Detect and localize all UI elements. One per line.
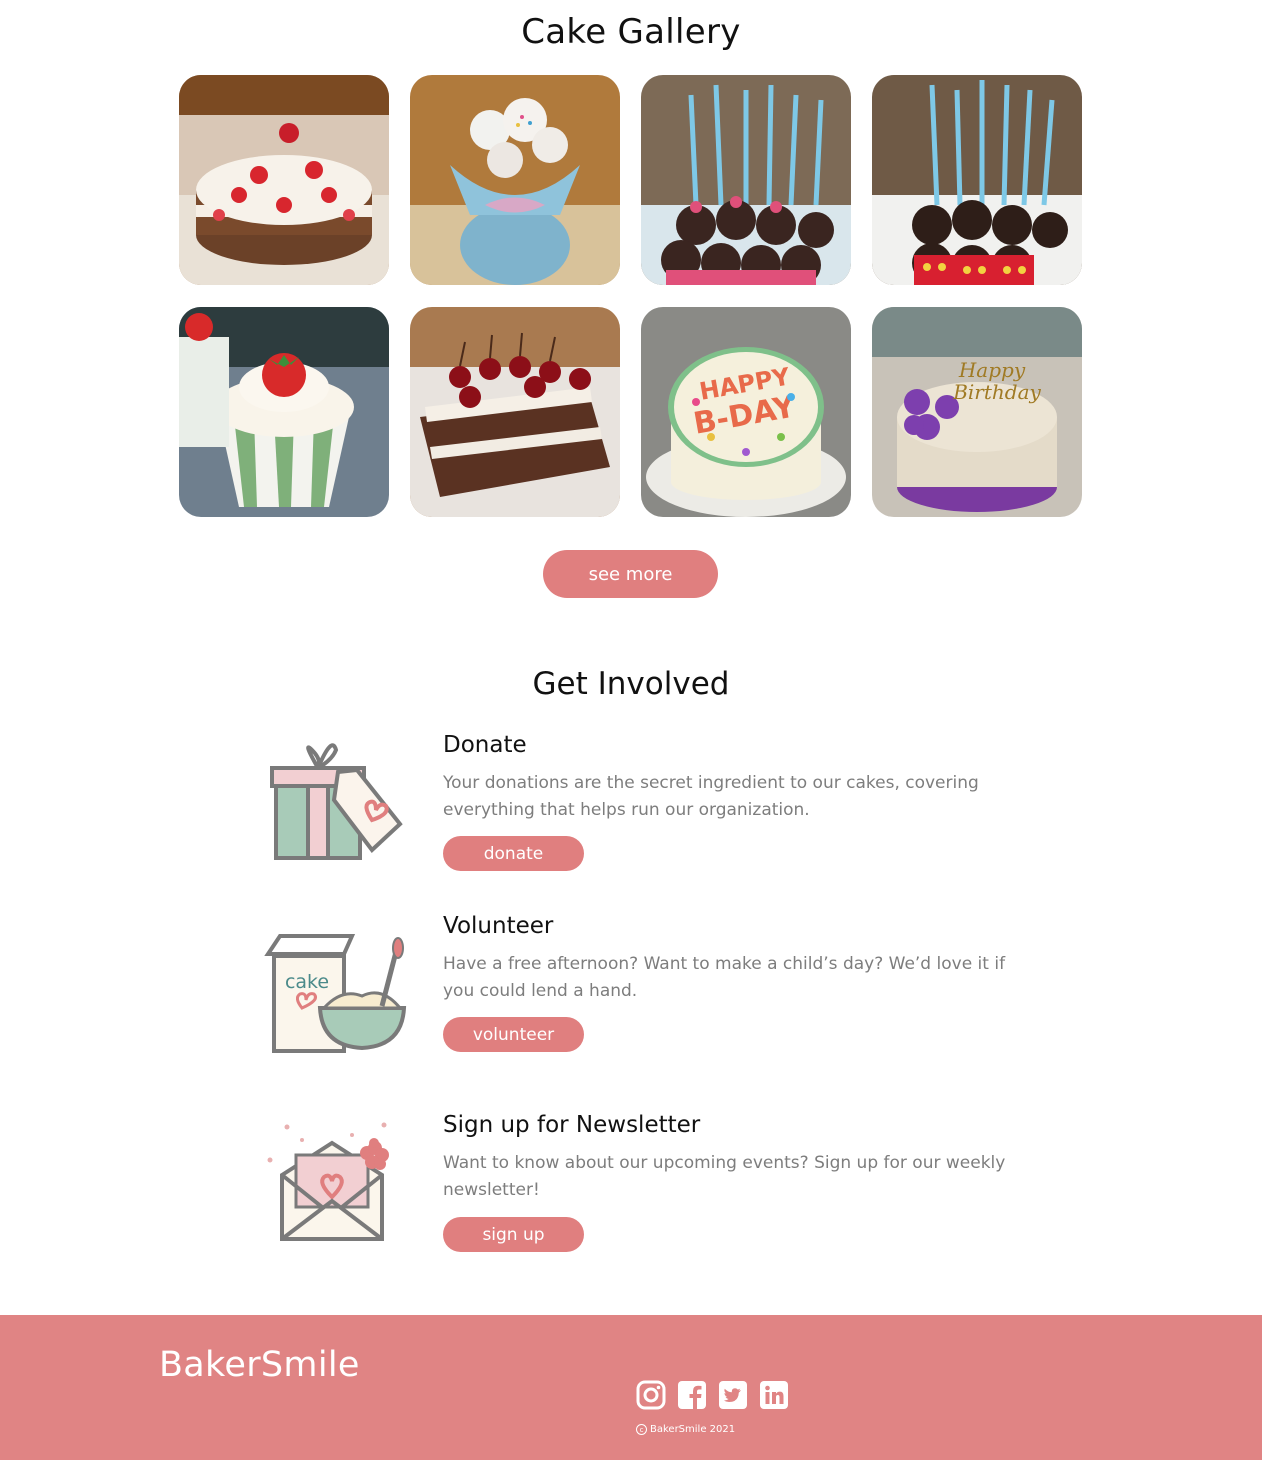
cake-mix-bowl-icon: cake <box>262 926 412 1056</box>
volunteer-heading: Volunteer <box>443 913 554 939</box>
strawberry-layer-cake-image[interactable] <box>179 75 389 285</box>
instagram-icon[interactable] <box>636 1380 666 1410</box>
newsletter-heading: Sign up for Newsletter <box>443 1112 701 1138</box>
get-involved-title: Get Involved <box>532 666 730 702</box>
footer-brand[interactable]: BakerSmile <box>159 1345 360 1385</box>
donate-button[interactable]: donate <box>443 836 584 871</box>
gift-icon <box>262 730 412 860</box>
gallery-title: Cake Gallery <box>521 12 741 52</box>
newsletter-description: Want to know about our upcoming events? … <box>443 1153 1006 1200</box>
linkedin-icon[interactable] <box>759 1380 789 1410</box>
cake-gallery: HAPPY B-DAY Happy Birthday <box>179 75 1084 517</box>
copyright-icon: c <box>636 1424 647 1435</box>
svg-text:Birthday: Birthday <box>952 380 1041 404</box>
volunteer-button[interactable]: volunteer <box>443 1017 584 1052</box>
cake-pop-bouquet-image[interactable] <box>410 75 620 285</box>
volunteer-description: Have a free afternoon? Want to make a ch… <box>443 954 1006 1001</box>
facebook-icon[interactable] <box>677 1380 707 1410</box>
see-more-button[interactable]: see more <box>543 550 718 598</box>
copyright-text: BakerSmile 2021 <box>650 1424 736 1435</box>
envelope-heart-icon <box>262 1115 412 1245</box>
mickey-cake-pops-image[interactable] <box>872 75 1082 285</box>
copyright: c BakerSmile 2021 <box>636 1424 735 1435</box>
sign-up-button[interactable]: sign up <box>443 1217 584 1252</box>
black-forest-cake-image[interactable] <box>410 307 620 517</box>
footer <box>0 1315 1262 1460</box>
happy-bday-cake-image[interactable]: HAPPY B-DAY <box>641 307 851 517</box>
minnie-cake-pops-image[interactable] <box>641 75 851 285</box>
purple-birthday-cake-image[interactable]: Happy Birthday <box>872 307 1082 517</box>
donate-heading: Donate <box>443 732 527 758</box>
svg-text:Happy: Happy <box>958 358 1026 382</box>
cake-label: cake <box>285 971 329 993</box>
strawberry-cupcake-image[interactable] <box>179 307 389 517</box>
social-links <box>636 1380 789 1410</box>
donate-description: Your donations are the secret ingredient… <box>443 773 979 820</box>
twitter-icon[interactable] <box>718 1380 748 1410</box>
